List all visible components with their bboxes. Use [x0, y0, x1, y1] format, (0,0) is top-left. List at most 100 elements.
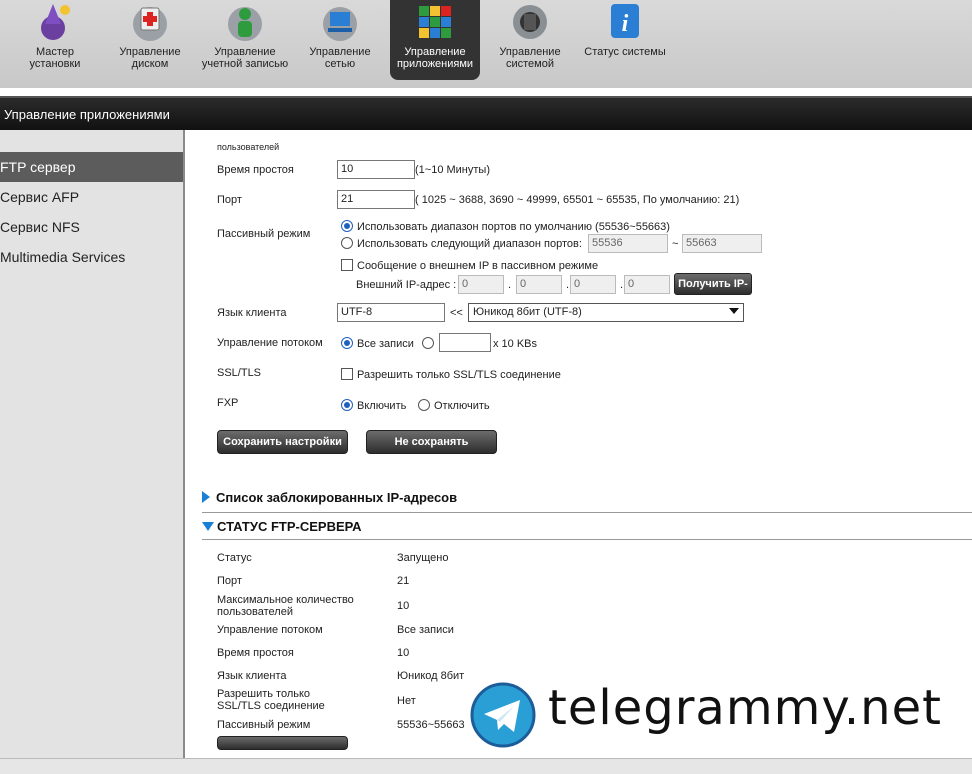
- section-header: Управление приложениями: [0, 96, 972, 130]
- divider: [202, 539, 972, 540]
- fxp-enable-option[interactable]: Включить: [341, 399, 406, 412]
- status-ssl-value: Нет: [397, 695, 416, 707]
- port-range-from-input[interactable]: 55536: [588, 234, 668, 253]
- status-label: Статус: [217, 552, 252, 564]
- ssl-only-row[interactable]: Разрешить только SSL/TLS соединение: [341, 368, 561, 381]
- sidebar-item-ftp-server[interactable]: FTP сервер: [0, 152, 183, 182]
- passive-mode-label: Пассивный режим: [217, 228, 311, 240]
- ip-dot: .: [566, 279, 570, 291]
- passive-custom-label: Использовать следующий диапазон портов:: [357, 238, 582, 250]
- status-flow-label: Управление потоком: [217, 624, 323, 636]
- fxp-disable-label: Отключить: [434, 400, 490, 412]
- get-ip-button[interactable]: Получить IP-: [674, 273, 752, 295]
- network-icon: [323, 7, 357, 41]
- sidebar: FTP сервер Сервис AFP Сервис NFS Multime…: [0, 130, 185, 774]
- dont-save-button[interactable]: Не сохранять: [366, 430, 497, 454]
- fxp-disable-option[interactable]: Отключить: [418, 399, 490, 412]
- external-ip-checkbox-label: Сообщение о внешнем IP в пассивном режим…: [357, 260, 599, 272]
- sidebar-item-afp-service[interactable]: Сервис AFP: [0, 182, 183, 212]
- flow-control-label: Управление потоком: [217, 337, 323, 349]
- external-ip-checkbox-row[interactable]: Сообщение о внешнем IP в пассивном режим…: [341, 259, 598, 272]
- sidebar-item-nfs-service[interactable]: Сервис NFS: [0, 212, 183, 242]
- port-range-to-input[interactable]: 55663: [682, 234, 762, 253]
- nav-label: Управление: [499, 46, 561, 58]
- status-max-users-label: Максимальное количество пользователей: [217, 594, 354, 618]
- flow-unit-label: x 10 KBs: [493, 338, 538, 350]
- idle-time-input[interactable]: 10: [337, 160, 415, 179]
- client-language-input[interactable]: UTF-8: [337, 303, 445, 322]
- nav-label: системой: [505, 58, 554, 70]
- radio-unselected[interactable]: [418, 399, 430, 411]
- language-select-value: Юникод 8бит (UTF-8): [473, 306, 582, 318]
- status-idle-value: 10: [397, 647, 410, 659]
- flow-limit-input[interactable]: [439, 333, 491, 352]
- port-hint: ( 1025 ~ 3688, 3690 ~ 49999, 65501 ~ 655…: [415, 194, 740, 206]
- status-port-value: 21: [397, 575, 410, 587]
- page-title: Управление приложениями: [4, 107, 170, 122]
- client-language-label: Язык клиента: [217, 307, 287, 319]
- wizard-icon: [41, 4, 70, 40]
- ssl-only-label: Разрешить только SSL/TLS соединение: [357, 369, 561, 381]
- flow-all-label: Все записи: [357, 338, 414, 350]
- port-range-separator: ~: [672, 238, 679, 250]
- ip-dot: .: [508, 279, 512, 291]
- main-content: пользователей Время простоя 10 (1~10 Мин…: [186, 130, 972, 760]
- refresh-button[interactable]: [217, 736, 348, 750]
- ip-octet-1[interactable]: 0: [458, 275, 504, 294]
- nav-label: приложениями: [396, 58, 474, 70]
- ip-octet-4[interactable]: 0: [624, 275, 670, 294]
- svg-text:i: i: [622, 11, 629, 37]
- external-ip-label: Внешний IP-адрес :: [356, 279, 457, 291]
- nav-item-network-management[interactable]: Управление сетью: [295, 0, 385, 80]
- flow-limit-option[interactable]: [422, 337, 438, 350]
- sidebar-item-multimedia-services[interactable]: Multimedia Services: [0, 242, 183, 272]
- passive-default-option[interactable]: Использовать диапазон портов по умолчани…: [341, 220, 670, 233]
- chevron-down-icon: [729, 308, 739, 314]
- ip-octet-3[interactable]: 0: [570, 275, 616, 294]
- ftp-status-section-toggle[interactable]: СТАТУС FTP-СЕРВЕРА: [202, 519, 362, 534]
- account-icon: [228, 7, 262, 41]
- nav-item-account-management[interactable]: Управление учетной записью: [200, 0, 290, 80]
- apps-icon: [419, 6, 451, 38]
- system-icon: [513, 5, 547, 39]
- passive-custom-option[interactable]: Использовать следующий диапазон портов:: [341, 237, 582, 250]
- nav-item-disk-management[interactable]: Управление диском: [105, 0, 195, 80]
- watermark: telegrammy.net: [470, 680, 970, 750]
- idle-time-label: Время простоя: [217, 164, 294, 176]
- blocked-ip-section-toggle[interactable]: Список заблокированных IP-адресов: [202, 490, 457, 505]
- status-idle-label: Время простоя: [217, 647, 294, 659]
- external-ip-checkbox[interactable]: [341, 259, 353, 271]
- nav-label: диском: [131, 58, 169, 70]
- nav-label: Статус системы: [584, 46, 666, 58]
- radio-unselected[interactable]: [341, 237, 353, 249]
- fxp-enable-label: Включить: [357, 400, 407, 412]
- nav-item-application-management[interactable]: Управление приложениями: [390, 0, 480, 80]
- nav-item-setup-wizard[interactable]: Мастер установки: [10, 0, 100, 80]
- save-settings-button[interactable]: Сохранить настройки: [217, 430, 348, 454]
- ssl-tls-label: SSL/TLS: [217, 367, 262, 379]
- status-client-lang-label: Язык клиента: [217, 670, 287, 682]
- radio-selected[interactable]: [341, 337, 353, 349]
- nav-item-system-status[interactable]: i Статус системы: [580, 0, 670, 80]
- fxp-label: FXP: [217, 397, 239, 409]
- radio-selected[interactable]: [341, 220, 353, 232]
- bottom-bar: [0, 758, 972, 774]
- radio-selected[interactable]: [341, 399, 353, 411]
- port-input[interactable]: 21: [337, 190, 415, 209]
- language-select[interactable]: Юникод 8бит (UTF-8): [468, 303, 744, 322]
- status-value: Запущено: [397, 552, 449, 564]
- radio-unselected[interactable]: [422, 337, 434, 349]
- ssl-only-checkbox[interactable]: [341, 368, 353, 380]
- ip-octet-2[interactable]: 0: [516, 275, 562, 294]
- nav-label: Управление: [309, 46, 371, 58]
- nav-label: установки: [29, 58, 81, 70]
- collapse-arrow-icon: [202, 522, 214, 531]
- max-users-label-cut: пользователей: [217, 142, 280, 152]
- flow-all-option[interactable]: Все записи: [341, 337, 414, 350]
- telegram-logo-icon: [470, 682, 536, 748]
- nav-item-system-management[interactable]: Управление системой: [485, 0, 575, 80]
- status-max-users-value: 10: [397, 600, 410, 612]
- status-flow-value: Все записи: [397, 624, 454, 636]
- divider: [202, 512, 972, 513]
- status-ssl-label: Разрешить только SSL/TLS соединение: [217, 688, 325, 712]
